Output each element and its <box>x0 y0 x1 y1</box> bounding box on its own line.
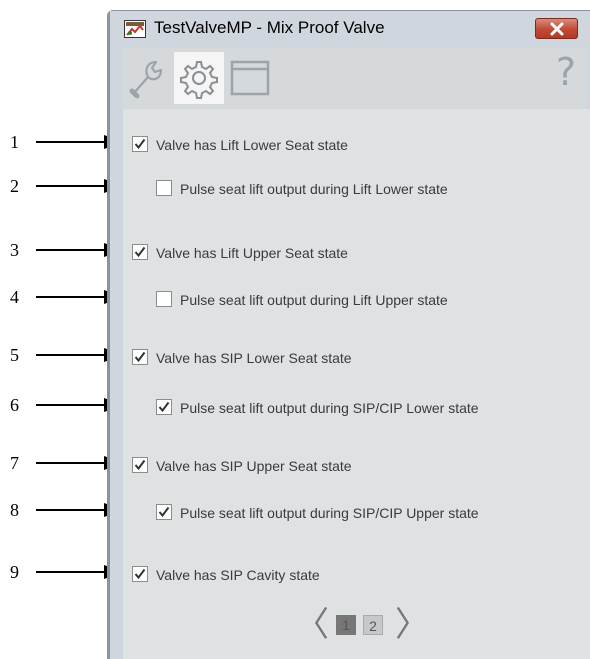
option-label: Pulse seat lift output during Lift Lower… <box>180 181 448 197</box>
configuration-panel: Valve has Lift Lower Seat state Pulse se… <box>123 109 590 659</box>
faceplate-toolbar: ? <box>123 48 586 109</box>
previous-page-button[interactable]: 〈 <box>295 605 329 645</box>
option-label: Valve has SIP Upper Seat state <box>156 458 352 474</box>
callout-arrow-line <box>36 404 106 406</box>
option-label: Pulse seat lift output during SIP/CIP Lo… <box>180 400 479 416</box>
option-label: Valve has SIP Cavity state <box>156 567 320 583</box>
checkbox-checked[interactable] <box>156 504 172 520</box>
check-icon <box>158 506 170 518</box>
title-bar[interactable]: TestValveMP - Mix Proof Valve <box>110 11 590 47</box>
checkbox-checked[interactable] <box>132 457 148 473</box>
close-button[interactable] <box>535 18 578 39</box>
callout-arrow-line <box>36 249 106 251</box>
callout-arrow-line <box>36 185 106 187</box>
callout-number: 1 <box>10 132 19 152</box>
window-title: TestValveMP - Mix Proof Valve <box>154 18 385 37</box>
callout-number: 5 <box>10 345 19 365</box>
page-2-button[interactable]: 2 <box>363 615 383 635</box>
option-label: Valve has SIP Lower Seat state <box>156 350 352 366</box>
checkbox-checked[interactable] <box>132 349 148 365</box>
pager: 〈 1 2 〉 <box>123 605 590 645</box>
check-icon <box>158 401 170 413</box>
callout-arrow-line <box>36 509 106 511</box>
tab-maintenance[interactable] <box>123 52 173 104</box>
tab-faceplate-window[interactable] <box>225 52 275 104</box>
checkbox-checked[interactable] <box>156 399 172 415</box>
check-icon <box>134 246 146 258</box>
window-icon <box>230 60 270 96</box>
app-icon <box>124 20 146 38</box>
help-icon[interactable]: ? <box>556 50 576 94</box>
callout-number: 2 <box>10 176 19 196</box>
wrench-icon <box>129 60 163 99</box>
callout-arrow-line <box>36 462 106 464</box>
checkbox-unchecked[interactable] <box>156 291 172 307</box>
callout-number: 7 <box>10 453 19 473</box>
page-1-button[interactable]: 1 <box>336 615 356 635</box>
check-icon <box>134 568 146 580</box>
check-icon <box>134 351 146 363</box>
callout-arrow-line <box>36 296 106 298</box>
callout-number: 9 <box>10 562 19 582</box>
callout-number: 8 <box>10 500 19 520</box>
option-label: Pulse seat lift output during Lift Upper… <box>180 292 448 308</box>
tab-configuration[interactable] <box>174 52 224 104</box>
callout-number: 6 <box>10 395 19 415</box>
faceplate-window: TestValveMP - Mix Proof Valve ? Valve ha… <box>107 10 590 659</box>
callout-arrow-line <box>36 354 106 356</box>
callout-number: 3 <box>10 240 19 260</box>
checkbox-checked[interactable] <box>132 566 148 582</box>
option-label: Valve has Lift Lower Seat state <box>156 137 348 153</box>
option-label: Pulse seat lift output during SIP/CIP Up… <box>180 505 479 521</box>
checkbox-unchecked[interactable] <box>156 180 172 196</box>
checkbox-checked[interactable] <box>132 244 148 260</box>
checkbox-checked[interactable] <box>132 136 148 152</box>
gear-icon <box>180 61 218 99</box>
callout-arrow-line <box>36 571 106 573</box>
callout-number: 4 <box>10 287 19 307</box>
close-icon <box>550 22 564 36</box>
check-icon <box>134 138 146 150</box>
next-page-button[interactable]: 〉 <box>395 605 429 645</box>
option-label: Valve has Lift Upper Seat state <box>156 245 348 261</box>
check-icon <box>134 459 146 471</box>
callout-arrow-line <box>36 141 106 143</box>
